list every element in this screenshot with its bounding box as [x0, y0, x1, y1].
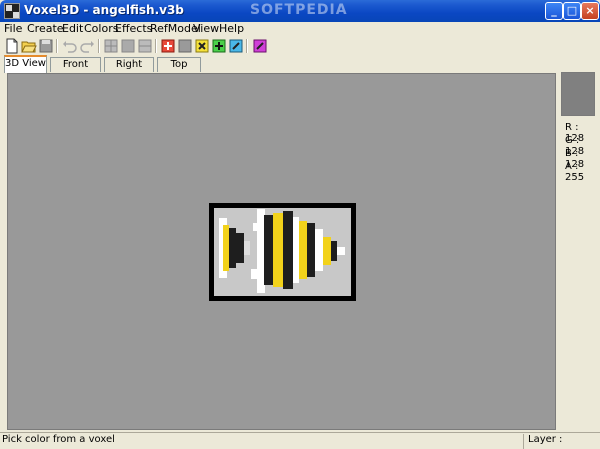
- pick-blue-icon[interactable]: [228, 38, 244, 54]
- menu-create[interactable]: Create: [27, 22, 64, 36]
- title-bar[interactable]: Voxel3D - angelfish.v3b SOFTPEDIA _ □ ×: [0, 0, 600, 22]
- tab-right-view[interactable]: Right View: [104, 57, 154, 84]
- grid2-icon[interactable]: [120, 38, 136, 54]
- add-red-icon[interactable]: [160, 38, 176, 54]
- redo-icon[interactable]: [79, 38, 95, 54]
- menu-view[interactable]: View: [193, 22, 219, 36]
- window-title: Voxel3D - angelfish.v3b: [24, 3, 184, 17]
- menu-help[interactable]: Help: [219, 22, 244, 36]
- close-button[interactable]: ×: [581, 2, 599, 20]
- menu-edit[interactable]: Edit: [62, 22, 83, 36]
- app-icon: [4, 3, 20, 19]
- paint-magenta-icon[interactable]: [252, 38, 268, 54]
- minimize-button[interactable]: _: [545, 2, 563, 20]
- add-green-icon[interactable]: [211, 38, 227, 54]
- tab-3d-view[interactable]: 3D View: [4, 55, 47, 73]
- grid3-icon[interactable]: [137, 38, 153, 54]
- 3d-viewport[interactable]: [7, 73, 556, 430]
- toolbar: [0, 37, 600, 56]
- maximize-button[interactable]: □: [563, 2, 581, 20]
- color-a-value: A : 255: [565, 161, 585, 183]
- delete-yellow-icon[interactable]: [194, 38, 210, 54]
- stop-gray-icon[interactable]: [177, 38, 193, 54]
- new-icon[interactable]: [4, 38, 20, 54]
- status-layer: Layer :: [523, 434, 600, 449]
- color-swatch[interactable]: [561, 72, 595, 116]
- tab-top-view[interactable]: Top View: [157, 57, 201, 84]
- menu-effects[interactable]: Effects: [115, 22, 152, 36]
- menu-colors[interactable]: Colors: [84, 22, 118, 36]
- voxel-model[interactable]: [209, 203, 356, 301]
- grid1-icon[interactable]: [103, 38, 119, 54]
- open-icon[interactable]: [21, 38, 37, 54]
- status-bar: Pick color from a voxel Layer :: [0, 432, 600, 449]
- menu-file[interactable]: File: [4, 22, 22, 36]
- save-icon[interactable]: [38, 38, 54, 54]
- watermark: SOFTPEDIA: [250, 2, 348, 18]
- undo-icon[interactable]: [62, 38, 78, 54]
- status-message: Pick color from a voxel: [2, 434, 115, 445]
- tab-front-view[interactable]: Front View: [50, 57, 101, 84]
- menu-bar: File Create Edit Colors Effects RefModel…: [0, 22, 600, 36]
